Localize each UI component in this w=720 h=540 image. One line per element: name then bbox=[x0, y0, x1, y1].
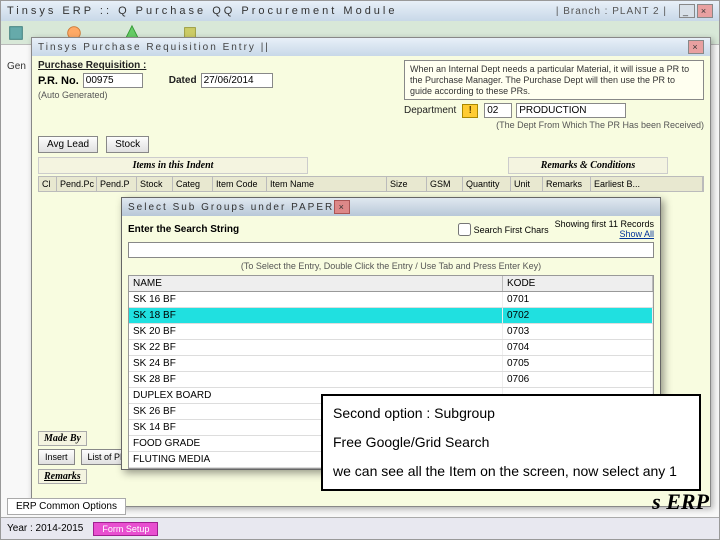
search-input[interactable] bbox=[128, 242, 654, 258]
dept-label: Department bbox=[404, 105, 456, 116]
remarks-header: Remarks bbox=[38, 469, 87, 484]
requisition-title: Tinsys Purchase Requisition Entry || bbox=[38, 42, 270, 53]
dialog-title: Select Sub Groups under PAPER bbox=[128, 202, 334, 213]
subgroup-row[interactable]: SK 20 BF0703 bbox=[129, 324, 653, 340]
warning-icon: ! bbox=[462, 104, 478, 118]
col-remarks: Remarks bbox=[543, 177, 591, 191]
remarks-section-header: Remarks & Conditions bbox=[508, 157, 668, 174]
subgroup-name: SK 24 BF bbox=[129, 356, 503, 371]
col-pendpc: Pend.Pc bbox=[57, 177, 97, 191]
close-button[interactable]: × bbox=[697, 4, 713, 18]
toolbar-icon[interactable] bbox=[7, 24, 25, 42]
col-earliest: Earliest B... bbox=[591, 177, 703, 191]
grid-col-kode: KODE bbox=[503, 276, 653, 291]
subgroup-kode: 0704 bbox=[503, 340, 653, 355]
col-stock: Stock bbox=[137, 177, 173, 191]
minimize-button[interactable]: _ bbox=[679, 4, 695, 18]
dept-hint: (The Dept From Which The PR Has been Rec… bbox=[404, 120, 704, 130]
search-label: Enter the Search String bbox=[128, 224, 239, 235]
subgroup-name: SK 16 BF bbox=[129, 292, 503, 307]
callout-line1: Second option : Subgroup bbox=[333, 404, 689, 423]
annotation-callout: Second option : Subgroup Free Google/Gri… bbox=[321, 394, 701, 491]
dialog-close-button[interactable]: × bbox=[334, 200, 350, 214]
subgroup-name: SK 28 BF bbox=[129, 372, 503, 387]
subgroup-row[interactable]: SK 16 BF0701 bbox=[129, 292, 653, 308]
info-box: When an Internal Dept needs a particular… bbox=[404, 60, 704, 100]
erp-common-options[interactable]: ERP Common Options bbox=[7, 498, 126, 515]
col-cl: Cl bbox=[39, 177, 57, 191]
stock-button[interactable]: Stock bbox=[106, 136, 149, 153]
subgroup-row[interactable]: SK 22 BF0704 bbox=[129, 340, 653, 356]
subgroup-kode: 0701 bbox=[503, 292, 653, 307]
erp-brand: s ERP bbox=[652, 489, 709, 515]
col-pendp: Pend.P bbox=[97, 177, 137, 191]
requisition-close-button[interactable]: × bbox=[688, 40, 704, 54]
col-categ: Categ bbox=[173, 177, 213, 191]
items-grid-header: Cl Pend.Pc Pend.P Stock Categ Item Code … bbox=[38, 176, 704, 192]
statusbar: Year : 2014-2015 Form Setup bbox=[1, 517, 719, 539]
dept-name-input[interactable] bbox=[516, 103, 626, 118]
subgroup-name: SK 22 BF bbox=[129, 340, 503, 355]
search-first-chars-checkbox[interactable]: Search First Chars bbox=[458, 223, 549, 236]
dialog-titlebar: Select Sub Groups under PAPER × bbox=[122, 198, 660, 216]
show-all-link[interactable]: Show All bbox=[619, 229, 654, 239]
requisition-titlebar: Tinsys Purchase Requisition Entry || × bbox=[32, 38, 710, 56]
search-first-chars-input[interactable] bbox=[458, 223, 471, 236]
col-gsm: GSM bbox=[427, 177, 463, 191]
search-first-chars-label: Search First Chars bbox=[474, 225, 549, 235]
form-setup-button[interactable]: Form Setup bbox=[93, 522, 158, 536]
dated-label: Dated bbox=[169, 75, 197, 86]
col-itemcode: Item Code bbox=[213, 177, 267, 191]
subgroup-kode: 0703 bbox=[503, 324, 653, 339]
subgroup-name: SK 20 BF bbox=[129, 324, 503, 339]
app-title: Tinsys ERP :: Q Purchase QQ Procurement … bbox=[7, 5, 397, 17]
col-unit: Unit bbox=[511, 177, 543, 191]
insert-button[interactable]: Insert bbox=[38, 449, 75, 465]
section-label: Purchase Requisition : bbox=[38, 60, 146, 71]
prno-label: P.R. No. bbox=[38, 75, 79, 87]
autogen-label: (Auto Generated) bbox=[38, 90, 108, 100]
dated-input[interactable] bbox=[201, 73, 273, 88]
subgroup-kode: 0705 bbox=[503, 356, 653, 371]
dept-code-input[interactable] bbox=[484, 103, 512, 118]
subgroup-row[interactable]: SK 24 BF0705 bbox=[129, 356, 653, 372]
avg-lead-button[interactable]: Avg Lead bbox=[38, 136, 98, 153]
app-titlebar: Tinsys ERP :: Q Purchase QQ Procurement … bbox=[1, 1, 719, 21]
callout-line3: we can see all the Item on the screen, n… bbox=[333, 462, 689, 481]
items-section-header: Items in this Indent bbox=[38, 157, 308, 174]
subgroup-name: SK 18 BF bbox=[129, 308, 503, 323]
col-size: Size bbox=[387, 177, 427, 191]
subgroup-kode: 0702 bbox=[503, 308, 653, 323]
year-label: Year : 2014-2015 bbox=[7, 523, 83, 534]
dialog-hint: (To Select the Entry, Double Click the E… bbox=[128, 261, 654, 271]
subgroup-row[interactable]: SK 28 BF0706 bbox=[129, 372, 653, 388]
callout-line2: Free Google/Grid Search bbox=[333, 433, 689, 452]
branch-label: | Branch : PLANT 2 | bbox=[556, 6, 667, 17]
gen-label: Gen bbox=[7, 61, 26, 72]
col-qty: Quantity bbox=[463, 177, 511, 191]
col-itemname: Item Name bbox=[267, 177, 387, 191]
madeby-header: Made By bbox=[38, 431, 87, 446]
app-window: Tinsys ERP :: Q Purchase QQ Procurement … bbox=[0, 0, 720, 540]
subgroup-row[interactable]: SK 18 BF0702 bbox=[129, 308, 653, 324]
prno-input[interactable] bbox=[83, 73, 143, 88]
grid-col-name: NAME bbox=[129, 276, 503, 291]
subgroup-kode: 0706 bbox=[503, 372, 653, 387]
